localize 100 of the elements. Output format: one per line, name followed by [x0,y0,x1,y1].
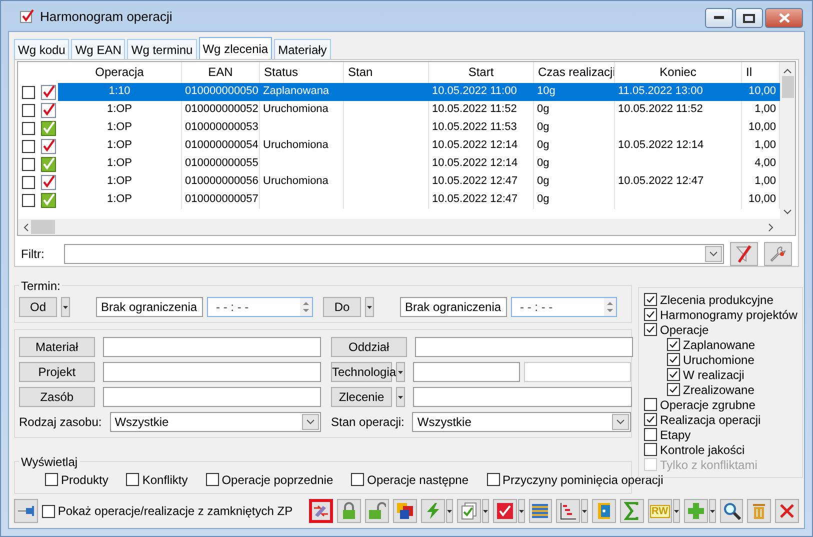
filter-button[interactable]: Oddział [331,337,407,357]
maximize-button[interactable] [735,8,763,28]
checkbox-label: Zrealizowane [683,382,754,396]
text-field[interactable] [414,337,633,357]
checkbox[interactable] [667,368,680,381]
checkbox[interactable] [22,140,34,152]
clear-filter-button[interactable] [730,242,758,266]
dropdown-button[interactable] [482,499,489,523]
tab[interactable]: Wg EAN [71,39,126,59]
select-field[interactable]: Wszystkie [110,412,321,432]
checkbox[interactable] [45,473,58,486]
checkbox[interactable] [22,104,34,116]
text-field[interactable] [102,337,321,357]
table-cell: 1:10 [58,83,182,101]
scroll-thumb[interactable] [782,76,794,98]
checkbox[interactable] [644,413,657,426]
checkbox[interactable] [22,194,34,206]
checkbox[interactable] [644,443,657,456]
field-label: Stan operacji: [331,415,404,429]
scroll-right-icon [768,222,774,232]
dropdown-button[interactable] [446,499,453,523]
checkbox-label: Zlecenia produkcyjne [660,292,774,306]
squares-icon [396,502,414,520]
filter-button[interactable]: Materiał [19,337,95,357]
wrench-icon [769,245,787,263]
app-tick-icon [20,9,34,23]
text-field[interactable] [102,387,321,407]
dropdown-button[interactable] [581,499,588,523]
chevron-down-icon [306,419,315,425]
checkbox[interactable] [126,473,140,486]
close-icon [778,13,790,23]
filter-button[interactable]: Zlecenie [331,387,392,407]
dropdown-button[interactable] [672,499,680,523]
checkbox-label: W realizacji [683,368,744,382]
horizontal-scrollbar[interactable] [18,219,795,235]
table-cell: 010000000056 [182,173,260,191]
checkbox[interactable] [22,158,34,170]
toolbar-button[interactable] [393,499,417,523]
checkbox[interactable] [644,293,657,306]
checkbox[interactable] [42,504,55,518]
table-cell: 10.05.2022 12:47 [429,173,534,191]
checkbox[interactable] [644,323,657,336]
table-cell: Uruchomiona [260,101,344,119]
vertical-scrollbar[interactable] [780,62,795,219]
chevron-down-icon [616,419,626,425]
date-button[interactable]: Od [19,297,57,317]
dropdown-button[interactable] [365,297,374,317]
checkbox[interactable] [667,338,680,351]
table-cell: 0g [534,101,615,119]
dropdown-button[interactable] [518,499,525,523]
time-field[interactable]: - - : - - [511,297,617,317]
text-field[interactable] [413,362,520,382]
dropdown-button[interactable] [708,499,716,523]
scroll-down-icon [783,209,792,215]
toolbar-button[interactable] [720,499,744,523]
tab[interactable]: Wg terminu [127,39,197,59]
scroll-thumb[interactable] [31,220,55,234]
table-cell: 0g [534,155,615,173]
checkbox[interactable] [644,308,657,321]
date-field[interactable]: Brak ograniczenia [96,297,203,317]
scroll-left-icon [23,222,29,232]
wrench-button[interactable] [764,242,792,266]
filter-button[interactable]: Projekt [19,362,95,382]
tab[interactable]: Wg kodu [14,39,70,59]
checkbox[interactable] [22,122,34,134]
checkbox[interactable] [486,473,500,486]
pin-button[interactable] [14,499,38,523]
checkbox[interactable] [644,398,657,411]
scroll-up-icon [783,68,792,74]
toolbar-button[interactable] [556,499,580,523]
checkbox[interactable] [644,428,657,441]
date-button[interactable]: Do [323,297,361,317]
tick-box-icon [40,192,56,208]
checkbox[interactable] [667,383,680,396]
dropdown-button[interactable] [396,387,405,407]
dropdown-button[interactable] [396,362,405,382]
date-field[interactable]: Brak ograniczenia [400,297,507,317]
checkbox[interactable] [206,473,219,486]
caret-icon [398,396,403,398]
dropdown-button[interactable] [61,297,70,317]
close-button[interactable] [765,8,803,28]
plus-icon [686,502,705,520]
text-field[interactable] [413,387,632,407]
minimize-icon [714,16,724,20]
checkbox[interactable] [22,176,34,188]
time-field[interactable]: - - : - - [207,297,313,317]
field-label: Rodzaj zasobu: [19,415,102,429]
filter-button[interactable]: Zasób [19,387,95,407]
checkbox[interactable] [667,353,680,366]
group-label: Wyświetlaj [19,455,80,469]
minimize-button[interactable] [705,8,733,28]
tab[interactable]: Wg zlecenia [198,37,272,59]
tab[interactable]: Materiały [274,39,331,59]
checkbox-label: Realizacja operacji [660,412,761,426]
checkbox[interactable] [22,86,34,98]
table-cell: 0g [534,137,615,155]
filter-field[interactable] [64,244,724,264]
checkbox[interactable] [351,473,364,486]
text-field[interactable] [102,362,321,382]
select-field[interactable]: Wszystkie [412,412,632,432]
